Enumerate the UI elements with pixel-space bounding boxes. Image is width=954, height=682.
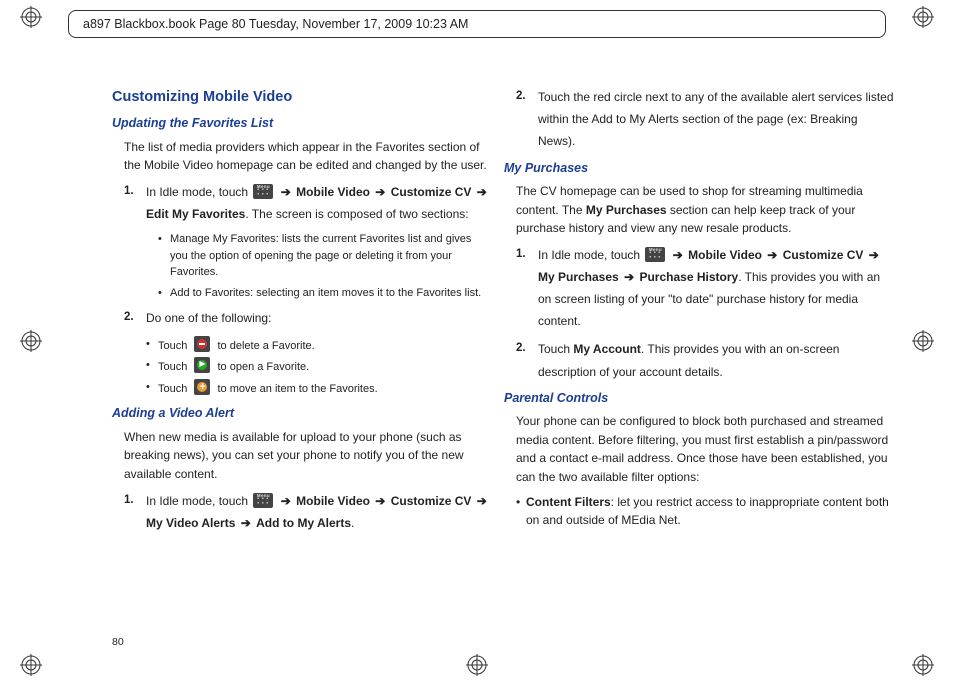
- step-number: 2.: [516, 86, 526, 107]
- list-item: 2. Touch My Account. This provides you w…: [516, 338, 894, 382]
- bold-text: Content Filters: [526, 495, 611, 509]
- bold-text: Mobile Video: [688, 248, 762, 262]
- bold-text: My Purchases: [586, 203, 667, 217]
- list-item: 1. In Idle mode, touch Menu ➔ Mobile Vid…: [516, 244, 894, 333]
- text: . The screen is composed of two sections…: [245, 207, 468, 221]
- bold-text: My Account: [573, 342, 641, 356]
- list-item: 1. In Idle mode, touch Menu ➔ Mobile Vid…: [124, 490, 490, 534]
- registration-mark-icon: [912, 654, 934, 676]
- right-column: 2. Touch the red circle next to any of t…: [516, 86, 894, 622]
- page-number: 80: [112, 636, 124, 648]
- subsection-heading: Adding a Video Alert: [112, 404, 490, 423]
- arrow-icon: ➔: [239, 516, 253, 530]
- bullet-list: Manage My Favorites: lists the current F…: [158, 231, 490, 301]
- menu-icon: Menu: [253, 184, 273, 199]
- numbered-list: 1. In Idle mode, touch Menu ➔ Mobile Vid…: [124, 490, 490, 534]
- arrow-icon: ➔: [622, 270, 636, 284]
- arrow-icon: ➔: [373, 494, 387, 508]
- text: to open a Favorite.: [217, 361, 309, 373]
- list-item: 2. Do one of the following:: [124, 307, 490, 329]
- text: to delete a Favorite.: [217, 340, 314, 352]
- arrow-icon: ➔: [671, 248, 685, 262]
- list-item: Touch to move an item to the Favorites.: [146, 379, 490, 399]
- page-body: Customizing Mobile Video Updating the Fa…: [112, 86, 894, 622]
- delete-icon: [194, 336, 210, 352]
- step-number: 1.: [124, 181, 134, 202]
- bold-text: My Video Alerts: [146, 516, 235, 530]
- registration-mark-icon: [20, 6, 42, 28]
- numbered-list: 1. In Idle mode, touch Menu ➔ Mobile Vid…: [516, 244, 894, 383]
- step-number: 1.: [124, 490, 134, 511]
- registration-mark-icon: [20, 330, 42, 352]
- text: Do one of the following:: [146, 311, 271, 325]
- left-column: Customizing Mobile Video Updating the Fa…: [112, 86, 490, 622]
- step-number: 2.: [124, 307, 134, 328]
- arrow-icon: ➔: [475, 185, 489, 199]
- numbered-list: 2. Do one of the following:: [124, 307, 490, 329]
- bullet-list: Touch to delete a Favorite. Touch to ope…: [146, 336, 490, 399]
- text: to move an item to the Favorites.: [217, 383, 377, 395]
- open-icon: [194, 357, 210, 373]
- bold-text: Customize CV: [391, 494, 472, 508]
- step-number: 1.: [516, 244, 526, 265]
- menu-icon: Menu: [253, 493, 273, 508]
- numbered-list: 1. In Idle mode, touch Menu ➔ Mobile Vid…: [124, 181, 490, 225]
- bold-text: Add to My Alerts: [256, 516, 351, 530]
- subsection-heading: My Purchases: [504, 159, 894, 178]
- bold-text: Customize CV: [391, 185, 472, 199]
- text: Touch: [538, 342, 573, 356]
- bold-text: Purchase History: [639, 270, 738, 284]
- bold-text: Mobile Video: [296, 185, 370, 199]
- step-number: 2.: [516, 338, 526, 359]
- paragraph: The list of media providers which appear…: [124, 138, 490, 175]
- numbered-list: 2. Touch the red circle next to any of t…: [516, 86, 894, 153]
- subsection-heading: Updating the Favorites List: [112, 114, 490, 133]
- list-item: 1. In Idle mode, touch Menu ➔ Mobile Vid…: [124, 181, 490, 225]
- list-item: Manage My Favorites: lists the current F…: [158, 231, 490, 281]
- menu-icon: Menu: [645, 247, 665, 262]
- bold-text: Edit My Favorites: [146, 207, 245, 221]
- arrow-icon: ➔: [279, 185, 293, 199]
- section-heading: Customizing Mobile Video: [112, 86, 490, 108]
- text: Touch the red circle next to any of the …: [538, 90, 894, 148]
- bold-text: My Purchases: [538, 270, 619, 284]
- registration-mark-icon: [912, 6, 934, 28]
- paragraph: The CV homepage can be used to shop for …: [516, 182, 894, 238]
- bullet-list: Content Filters: let you restrict access…: [516, 493, 894, 530]
- list-item: Touch to open a Favorite.: [146, 357, 490, 377]
- document-header: a897 Blackbox.book Page 80 Tuesday, Nove…: [68, 10, 886, 38]
- arrow-icon: ➔: [373, 185, 387, 199]
- arrow-icon: ➔: [279, 494, 293, 508]
- list-item: 2. Touch the red circle next to any of t…: [516, 86, 894, 153]
- add-icon: [194, 379, 210, 395]
- text: .: [351, 516, 354, 530]
- registration-mark-icon: [466, 654, 488, 676]
- bold-text: Mobile Video: [296, 494, 370, 508]
- list-item: Add to Favorites: selecting an item move…: [158, 285, 490, 302]
- subsection-heading: Parental Controls: [504, 389, 894, 408]
- text: In Idle mode, touch: [146, 494, 251, 508]
- text: Touch: [158, 361, 187, 373]
- arrow-icon: ➔: [475, 494, 489, 508]
- registration-mark-icon: [912, 330, 934, 352]
- arrow-icon: ➔: [867, 248, 881, 262]
- arrow-icon: ➔: [765, 248, 779, 262]
- paragraph: Your phone can be configured to block bo…: [516, 412, 894, 486]
- text: Touch: [158, 383, 187, 395]
- registration-mark-icon: [20, 654, 42, 676]
- list-item: Touch to delete a Favorite.: [146, 336, 490, 356]
- text: Touch: [158, 340, 187, 352]
- list-item: Content Filters: let you restrict access…: [516, 493, 894, 530]
- bold-text: Customize CV: [783, 248, 864, 262]
- text: In Idle mode, touch: [538, 248, 643, 262]
- header-text: a897 Blackbox.book Page 80 Tuesday, Nove…: [83, 17, 468, 31]
- paragraph: When new media is available for upload t…: [124, 428, 490, 484]
- text: In Idle mode, touch: [146, 185, 251, 199]
